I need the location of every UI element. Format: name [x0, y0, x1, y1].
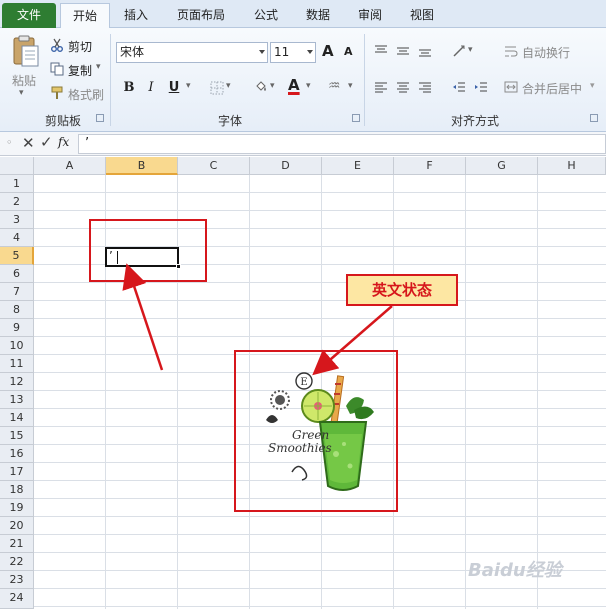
- arrow-to-cell: [122, 263, 164, 371]
- green-smoothie-illustration: E Green Smoothies: [266, 372, 374, 491]
- smoothie-picture[interactable]: E Green Smoothies: [258, 362, 388, 500]
- badge-letter: E: [300, 377, 307, 388]
- image-title-line1: Green: [292, 428, 329, 442]
- callout-label: 英文状态: [346, 274, 458, 306]
- watermark: Baidu经验: [468, 560, 562, 581]
- image-title-line2: Smoothies: [268, 441, 332, 455]
- annotation-arrows: [122, 263, 393, 376]
